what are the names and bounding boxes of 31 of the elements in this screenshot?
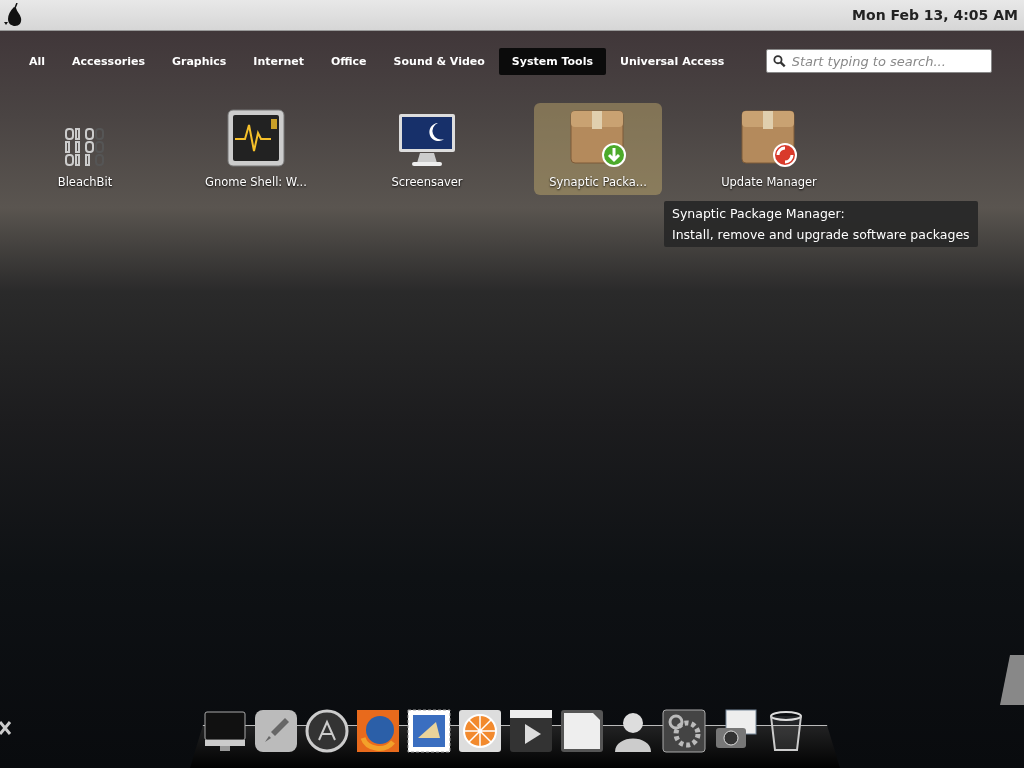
pear-icon[interactable] [4, 3, 24, 27]
category-tab[interactable]: Graphics [158, 47, 240, 75]
app-tile[interactable]: BleachBit [21, 103, 149, 195]
search-field[interactable]: Start typing to search... [766, 49, 992, 73]
app-store-icon[interactable] [304, 708, 350, 754]
app-tile[interactable]: Synaptic Packa... [534, 103, 662, 195]
citrus-slice-icon[interactable] [457, 708, 503, 754]
category-tab[interactable]: Sound & Video [380, 47, 498, 75]
gears-icon[interactable] [661, 708, 707, 754]
hot-corner-icon[interactable] [1000, 655, 1024, 705]
app-tile[interactable]: Gnome Shell: W... [192, 103, 320, 195]
search-icon [773, 54, 786, 68]
clock[interactable]: Mon Feb 13, 4:05 AM [852, 7, 1018, 23]
category-tab[interactable]: System Tools [498, 47, 606, 75]
category-tab[interactable]: Accessories [59, 47, 158, 75]
computer-icon[interactable] [202, 708, 248, 754]
clapper-play-icon[interactable] [508, 708, 554, 754]
monitor-moon-icon [398, 113, 456, 167]
package-refresh-icon [740, 109, 798, 167]
category-tab[interactable]: Universal Access [606, 47, 738, 75]
system-monitor-icon [227, 109, 285, 167]
category-tab[interactable]: All [16, 47, 59, 75]
package-download-icon [569, 109, 627, 167]
app-tile[interactable]: Screensaver [363, 103, 491, 195]
app-tile[interactable]: Update Manager [705, 103, 833, 195]
close-icon[interactable] [0, 720, 12, 736]
document-icon[interactable] [559, 708, 605, 754]
category-tab[interactable]: Internet [240, 47, 317, 75]
tooltip-title: Synaptic Package Manager: [672, 206, 846, 221]
tooltip-description: Install, remove and upgrade software packages [672, 227, 970, 242]
category-tab[interactable]: Office [318, 47, 380, 75]
